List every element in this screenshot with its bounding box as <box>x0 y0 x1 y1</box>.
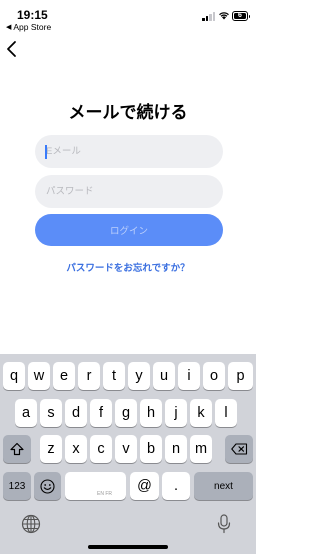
key-l[interactable]: l <box>215 399 237 427</box>
key-o[interactable]: o <box>203 362 225 390</box>
emoji-icon <box>40 478 55 494</box>
key-x[interactable]: x <box>65 435 87 463</box>
wifi-icon <box>219 12 229 20</box>
key-at[interactable]: @ <box>130 472 159 500</box>
key-v[interactable]: v <box>115 435 137 463</box>
key-n[interactable]: n <box>165 435 187 463</box>
microphone-icon[interactable] <box>216 514 232 534</box>
key-z[interactable]: z <box>40 435 62 463</box>
key-k[interactable]: k <box>190 399 212 427</box>
key-e[interactable]: e <box>53 362 75 390</box>
key-y[interactable]: y <box>128 362 150 390</box>
status-time: 19:15 <box>17 8 48 22</box>
key-b[interactable]: b <box>140 435 162 463</box>
numbers-key[interactable]: 123 <box>3 472 31 500</box>
key-s[interactable]: s <box>40 399 62 427</box>
key-f[interactable]: f <box>90 399 112 427</box>
space-language-hint: EN FR <box>97 491 112 497</box>
battery-icon: 6 <box>232 11 250 21</box>
key-d[interactable]: d <box>65 399 87 427</box>
back-to-app-label: App Store <box>13 22 52 32</box>
back-to-app-link[interactable]: ◀ App Store <box>6 22 51 32</box>
key-u[interactable]: u <box>153 362 175 390</box>
shift-icon <box>10 442 24 456</box>
status-bar: 19:15 ◀ App Store 6 <box>0 0 256 34</box>
text-caret <box>45 145 47 159</box>
battery-level: 6 <box>234 12 246 19</box>
login-button[interactable]: ログイン <box>35 214 223 246</box>
key-j[interactable]: j <box>165 399 187 427</box>
page-title: メールで続ける <box>68 103 188 122</box>
back-triangle-icon: ◀ <box>6 24 12 31</box>
emoji-key[interactable] <box>34 472 61 500</box>
key-h[interactable]: h <box>140 399 162 427</box>
key-c[interactable]: c <box>90 435 112 463</box>
cellular-signal-icon <box>202 12 215 21</box>
key-t[interactable]: t <box>103 362 125 390</box>
password-field[interactable] <box>35 175 223 208</box>
key-w[interactable]: w <box>28 362 50 390</box>
space-key[interactable]: EN FR <box>65 472 126 500</box>
chevron-left-icon[interactable] <box>4 40 20 58</box>
key-i[interactable]: i <box>178 362 200 390</box>
home-indicator[interactable] <box>88 545 168 549</box>
delete-key[interactable] <box>225 435 253 463</box>
password-field-container[interactable] <box>35 175 223 208</box>
next-key[interactable]: next <box>194 472 253 500</box>
key-g[interactable]: g <box>115 399 137 427</box>
shift-key[interactable] <box>3 435 31 463</box>
key-m[interactable]: m <box>190 435 212 463</box>
key-dot[interactable]: . <box>162 472 190 500</box>
key-q[interactable]: q <box>3 362 25 390</box>
email-field-container[interactable] <box>35 135 223 168</box>
key-p[interactable]: p <box>228 362 253 390</box>
email-field[interactable] <box>35 135 223 168</box>
key-r[interactable]: r <box>78 362 100 390</box>
globe-icon[interactable] <box>21 514 41 534</box>
key-a[interactable]: a <box>15 399 37 427</box>
forgot-password-link[interactable]: パスワードをお忘れですか？ <box>0 260 256 274</box>
keyboard: q w e r t y u i o p a s d f g h j k l z … <box>0 354 256 554</box>
backspace-icon <box>230 443 247 455</box>
